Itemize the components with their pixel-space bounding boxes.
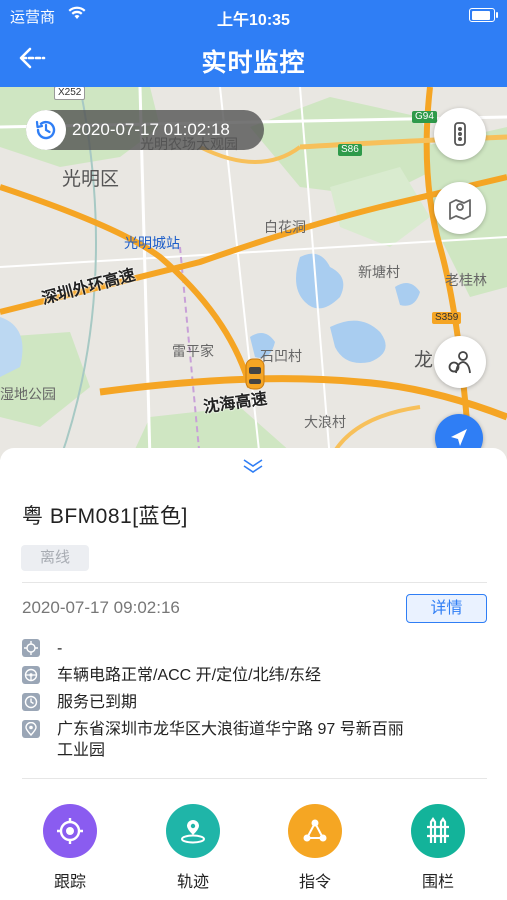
info-text: 车辆电路正常/ACC 开/定位/北纬/东经 [57, 667, 322, 684]
steering-wheel-icon [22, 666, 40, 684]
track-target-icon[interactable] [43, 804, 97, 858]
info-text: 服务已到期 [57, 694, 138, 711]
info-text: 广东省深圳市龙华区大浪街道华宁路 97 号新百丽 [57, 721, 404, 738]
action-label: 指令 [298, 874, 331, 891]
last-update-time: 2020-07-17 09:02:16 [22, 598, 180, 617]
route-pin-icon[interactable] [166, 804, 220, 858]
playback-time-pill[interactable]: 2020-07-17 01:02:18 [26, 110, 264, 150]
vehicle-info-sheet: 粤 BFM081[蓝色] 离线 2020-07-17 09:02:16 详情 -… [0, 448, 507, 900]
action-track[interactable]: 跟踪 [25, 804, 115, 892]
map-label-wetland: 湿地公园 [0, 386, 56, 402]
road-shield-s86: S86 [338, 144, 362, 156]
action-label: 跟踪 [53, 874, 86, 891]
map-label-leipingjia: 雷平家 [172, 343, 214, 359]
clock-icon [22, 693, 40, 711]
command-share-icon[interactable] [288, 804, 342, 858]
driver-person-icon [448, 351, 471, 374]
vehicle-plate: 粤 BFM081[蓝色] [22, 505, 188, 528]
history-clock-button[interactable] [26, 110, 66, 150]
action-label: 围栏 [421, 874, 454, 891]
history-clock-icon [35, 120, 56, 140]
map-label-baihuadong: 白花洞 [264, 219, 306, 235]
page-title: 实时监控 [201, 49, 306, 77]
info-text: - [57, 640, 63, 657]
action-label: 轨迹 [176, 874, 209, 891]
divider [22, 582, 487, 583]
map-label-longhua: 龙 [414, 350, 434, 371]
status-badge: 离线 [21, 545, 89, 571]
map-layer-button[interactable] [434, 182, 486, 234]
info-text-line2: 工业园 [57, 742, 106, 759]
divider [22, 778, 487, 779]
map-label-station: 光明城站 [124, 235, 180, 251]
action-fence[interactable]: 围栏 [393, 804, 483, 892]
map-label-xintangcun: 新塘村 [358, 264, 400, 280]
road-shield-s359: S359 [432, 312, 462, 324]
crosshair-icon [22, 639, 40, 657]
navigation-arrow-icon [451, 429, 467, 446]
map-pin-icon [449, 199, 471, 220]
fence-icon[interactable] [411, 804, 465, 858]
road-shield-x252: X252 [54, 87, 86, 100]
status-bar: 运营商 上午10:35 [0, 0, 507, 30]
traffic-toggle-button[interactable] [434, 108, 486, 160]
status-time: 上午10:35 [217, 12, 290, 29]
playback-timestamp: 2020-07-17 01:02:18 [72, 120, 230, 139]
action-trajectory[interactable]: 轨迹 [148, 804, 238, 892]
battery-icon [469, 8, 498, 22]
detail-button[interactable]: 详情 [406, 594, 487, 623]
action-command[interactable]: 指令 [270, 804, 360, 892]
map-label-dalangcun: 大浪村 [304, 414, 346, 430]
location-pin-icon [22, 720, 40, 738]
map-label-guangming: 光明区 [62, 169, 120, 190]
traffic-light-icon [454, 122, 466, 146]
chevron-down-icon[interactable] [238, 456, 268, 476]
driver-button[interactable] [434, 336, 486, 388]
road-shield-g94: G94 [412, 111, 437, 123]
map-label-shiaocun: 石凹村 [260, 348, 302, 364]
nav-bar: 实时监控 [0, 30, 507, 87]
map-label-laoguilin: 老桂林 [445, 272, 487, 288]
